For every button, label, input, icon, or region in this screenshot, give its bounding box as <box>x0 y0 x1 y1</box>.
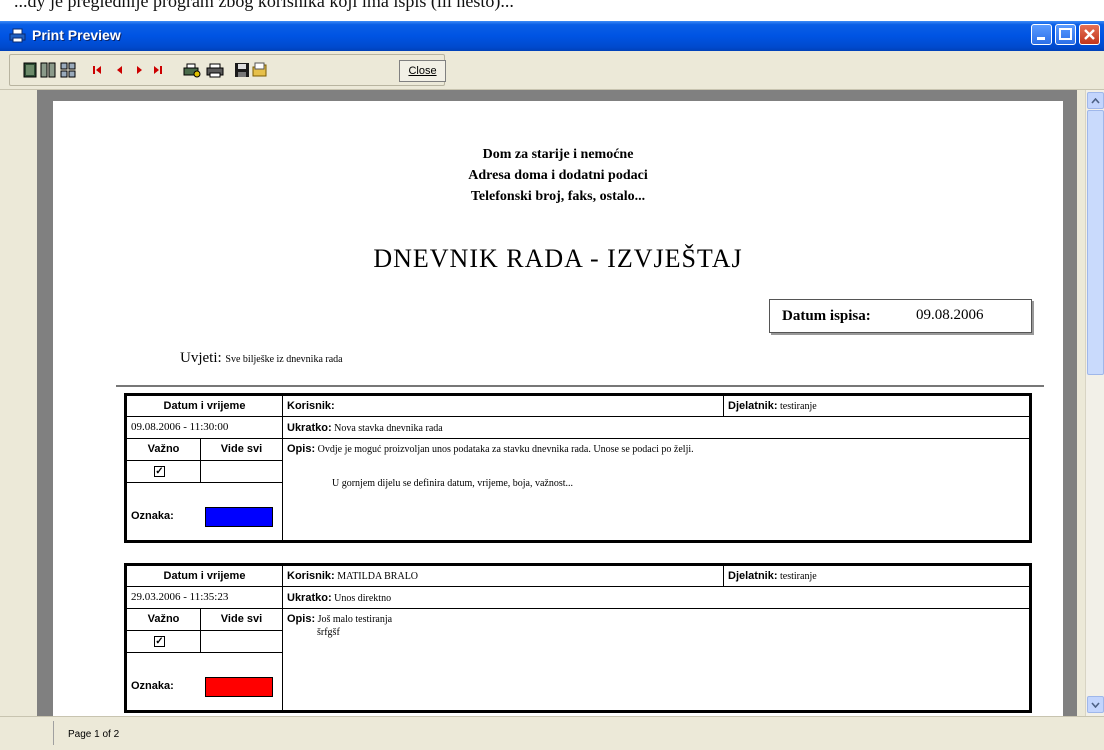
color-swatch <box>205 507 273 527</box>
datetime-header: Datum i vrijeme <box>163 400 246 412</box>
minimize-icon <box>1037 37 1045 40</box>
title-bar: Print Preview <box>0 21 1104 51</box>
summary-label: Ukratko: <box>287 422 332 434</box>
description-field: Opis: Još malo testiranja <box>287 613 1022 625</box>
description-line-2: šrfgšf <box>317 627 340 638</box>
vertical-scrollbar[interactable] <box>1085 90 1104 716</box>
print-icon[interactable] <box>206 62 224 78</box>
visible-all-header: Vide svi <box>220 443 263 455</box>
scroll-thumb[interactable] <box>1087 110 1104 375</box>
status-bar: Page 1 of 2 <box>0 716 1104 750</box>
print-date-value: 09.08.2006 <box>916 307 984 323</box>
description-field: Opis: Ovdje je moguć proizvoljan unos po… <box>287 443 1022 455</box>
log-entry: Datum i vrijeme 29.03.2006 - 11:35:23 Ko… <box>124 563 1032 713</box>
employee-label: Djelatnik: <box>728 400 778 412</box>
close-icon <box>1084 29 1095 40</box>
maximize-icon <box>1059 28 1072 40</box>
separator-line <box>116 385 1044 387</box>
scroll-down-button[interactable] <box>1087 696 1104 713</box>
preview-area[interactable]: Dom za starije i nemoćne Adresa doma i d… <box>37 90 1077 716</box>
employee-field: Djelatnik: testiranje <box>728 570 817 582</box>
description-line-1: Još malo testiranja <box>317 614 393 625</box>
datetime-value: 09.08.2006 - 11:30:00 <box>131 421 229 433</box>
description-label: Opis: <box>287 613 316 625</box>
filter-conditions: Uvjeti: Sve bilješke iz dnevnika rada <box>180 350 343 367</box>
user-value: MATILDA BRALO <box>337 571 419 582</box>
color-label: Oznaka: <box>131 510 174 522</box>
status-divider <box>53 721 54 745</box>
chevron-down-icon <box>1091 701 1100 708</box>
maximize-button[interactable] <box>1055 24 1076 45</box>
color-label: Oznaka: <box>131 680 174 692</box>
print-date-box: Datum ispisa: 09.08.2006 <box>769 299 1032 333</box>
print-setup-icon[interactable] <box>183 62 201 78</box>
description-label: Opis: <box>287 443 316 455</box>
summary-field: Ukratko: Unos direktno <box>287 592 391 604</box>
chevron-up-icon <box>1091 97 1100 104</box>
conditions-label: Uvjeti: <box>180 350 222 366</box>
close-window-button[interactable] <box>1079 24 1100 45</box>
conditions-value: Sve bilješke iz dnevnika rada <box>225 354 343 365</box>
background-caption: ...dy je preglednije program zbog korisn… <box>14 0 514 11</box>
datetime-header: Datum i vrijeme <box>163 570 246 582</box>
employee-value: testiranje <box>780 401 817 412</box>
window-title: Print Preview <box>32 27 121 43</box>
open-icon[interactable] <box>252 62 268 78</box>
close-preview-button[interactable]: Close <box>399 60 446 82</box>
next-page-icon[interactable] <box>131 62 147 78</box>
user-label: Korisnik: <box>287 400 335 412</box>
color-swatch <box>205 677 273 697</box>
first-page-icon[interactable] <box>89 62 105 78</box>
log-entry: Datum i vrijeme 09.08.2006 - 11:30:00 Ko… <box>124 393 1032 543</box>
user-label: Korisnik: <box>287 570 335 582</box>
description-line-2: U gornjem dijelu se definira datum, vrij… <box>332 478 574 489</box>
print-date-label: Datum ispisa: <box>782 308 871 324</box>
scroll-up-button[interactable] <box>1087 92 1104 109</box>
minimize-button[interactable] <box>1031 24 1052 45</box>
report-title: DNEVNIK RADA - IZVJEŠTAJ <box>373 244 743 273</box>
two-page-icon[interactable] <box>40 62 56 78</box>
important-checkbox: ✓ <box>154 636 165 647</box>
toolbar: Close <box>0 51 1104 90</box>
important-checkbox: ✓ <box>154 466 165 477</box>
report-page: Dom za starije i nemoćne Adresa doma i d… <box>53 101 1063 716</box>
summary-value: Unos direktno <box>334 593 392 604</box>
summary-label: Ukratko: <box>287 592 332 604</box>
multi-page-icon[interactable] <box>60 62 76 78</box>
print-preview-window: Print Preview Close Dom za starije i nem… <box>0 21 1104 750</box>
header-line-2: Adresa doma i dodatni podaci <box>468 168 648 183</box>
last-page-icon[interactable] <box>150 62 166 78</box>
previous-page-icon[interactable] <box>112 62 128 78</box>
user-field: Korisnik: MATILDA BRALO <box>287 570 418 582</box>
important-header: Važno <box>147 443 180 455</box>
important-header: Važno <box>147 613 180 625</box>
user-field: Korisnik: <box>287 400 335 412</box>
employee-value: testiranje <box>780 571 817 582</box>
header-line-3: Telefonski broj, faks, ostalo... <box>470 189 646 204</box>
summary-value: Nova stavka dnevnika rada <box>334 423 443 434</box>
description-line-1: Ovdje je moguć proizvoljan unos podataka… <box>317 444 694 455</box>
summary-field: Ukratko: Nova stavka dnevnika rada <box>287 422 443 434</box>
visible-all-header: Vide svi <box>220 613 263 625</box>
employee-label: Djelatnik: <box>728 570 778 582</box>
background-document-text: ...dy je preglednije program zbog korisn… <box>0 0 1104 21</box>
employee-field: Djelatnik: testiranje <box>728 400 817 412</box>
save-icon[interactable] <box>234 62 250 78</box>
header-line-1: Dom za starije i nemoćne <box>482 147 634 162</box>
page-indicator: Page 1 of 2 <box>68 729 120 740</box>
datetime-value: 29.03.2006 - 11:35:23 <box>131 591 229 603</box>
single-page-icon[interactable] <box>22 62 38 78</box>
printer-app-icon <box>9 28 26 43</box>
